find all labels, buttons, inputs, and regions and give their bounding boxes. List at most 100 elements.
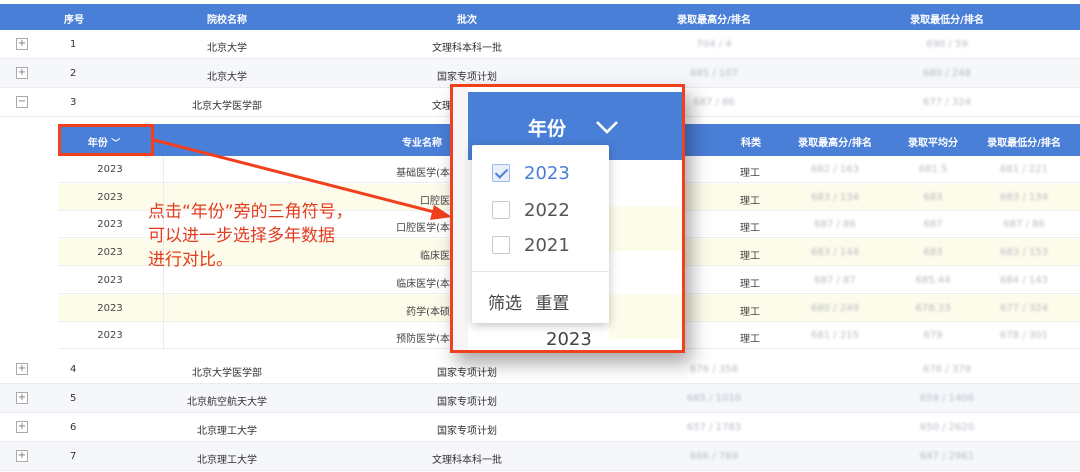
row-min: 690 / 59 xyxy=(926,39,968,50)
expand-icon[interactable]: + xyxy=(16,450,28,462)
major-column-header: 专业名称 xyxy=(402,138,442,149)
zoom-row-year: 2023 xyxy=(546,329,592,350)
year-option-label: 2023 xyxy=(524,162,570,184)
col-max-header: 录取最高分/排名 xyxy=(677,15,751,26)
row-min: 650 / 2620 xyxy=(919,422,975,433)
row-index: 2 xyxy=(70,68,77,79)
sub-row-year: 2023 xyxy=(97,302,123,314)
row-min: 676 / 379 xyxy=(923,364,971,375)
expand-icon[interactable]: + xyxy=(16,421,28,433)
subject-column-header: 科类 xyxy=(741,138,761,149)
year-option-2021[interactable]: 2021 xyxy=(492,233,570,257)
sub-row-major: 口腔医学(本 xyxy=(396,223,450,235)
zoom-row-highlight xyxy=(609,295,682,339)
checkbox-icon[interactable] xyxy=(492,201,510,219)
sub-row-subject: 理工 xyxy=(740,251,760,263)
year-option-2023[interactable]: 2023 xyxy=(492,161,570,185)
table-row[interactable]: + 1 北京大学 文理科本科一批 704 / 4 690 / 59 xyxy=(0,30,1080,59)
sub-row-year: 2023 xyxy=(97,274,123,286)
sub-row-year: 2023 xyxy=(97,330,123,342)
sub-row-max: 680 / 249 xyxy=(811,302,859,314)
sub-row-subject: 理工 xyxy=(740,168,760,179)
year-option-2022[interactable]: 2022 xyxy=(492,198,570,222)
sub-row-avg: 679 xyxy=(923,330,943,342)
expand-icon[interactable]: + xyxy=(16,38,28,50)
sub-min-column-header: 录取最低分/排名 xyxy=(987,138,1061,149)
row-index: 6 xyxy=(70,422,77,433)
expand-icon[interactable]: + xyxy=(16,363,28,375)
row-max: 666 / 769 xyxy=(690,451,738,462)
row-max: 665 / 1010 xyxy=(686,393,742,404)
row-school: 北京大学医学部 xyxy=(192,101,262,112)
sub-row-year: 2023 xyxy=(97,191,123,203)
filter-button[interactable]: 筛选 xyxy=(488,294,522,314)
sub-row-avg: 683 xyxy=(923,247,943,259)
row-batch: 国家专项计划 xyxy=(437,426,497,437)
year-header-highlight xyxy=(58,124,154,156)
col-min-header: 录取最低分/排名 xyxy=(910,15,984,26)
row-school: 北京大学医学部 xyxy=(192,368,262,379)
row-index: 4 xyxy=(70,364,77,375)
expand-icon[interactable]: + xyxy=(16,67,28,79)
sub-row-max: 683 / 134 xyxy=(811,191,859,203)
row-batch: 国家专项计划 xyxy=(437,72,497,83)
row-school: 北京理工大学 xyxy=(197,455,257,466)
chevron-down-icon[interactable] xyxy=(595,119,619,135)
row-batch: 国家专项计划 xyxy=(437,397,497,408)
table-row[interactable]: + 6 北京理工大学 国家专项计划 657 / 1783 650 / 2620 xyxy=(0,413,1080,442)
annotation-line: 进行对比。 xyxy=(148,250,233,270)
collapse-icon[interactable]: − xyxy=(16,96,28,108)
zoom-year-title: 年份 xyxy=(528,118,567,140)
year-filter-dropdown: 2023 2022 2021 筛选 重置 xyxy=(472,145,609,323)
row-batch: 文理科本科一批 xyxy=(432,43,502,54)
col-index-header: 序号 xyxy=(64,15,84,26)
sub-row-min: 677 / 324 xyxy=(1000,302,1048,314)
sub-row-min: 683 / 134 xyxy=(1000,191,1048,203)
sub-row-major: 预防医学(本 xyxy=(396,334,450,346)
sub-max-column-header: 录取最高分/排名 xyxy=(798,138,872,149)
sub-row-min: 681 / 221 xyxy=(1000,164,1048,175)
col-school-header: 院校名称 xyxy=(207,15,247,26)
reset-button[interactable]: 重置 xyxy=(535,294,569,314)
table-row[interactable]: + 5 北京航空航天大学 国家专项计划 665 / 1010 659 / 140… xyxy=(0,384,1080,413)
table-row[interactable]: + 4 北京大学医学部 国家专项计划 676 / 358 676 / 379 xyxy=(0,355,1080,384)
row-batch: 文理科本科一批 xyxy=(432,455,502,466)
dropdown-divider xyxy=(472,271,609,272)
sub-row-major: 基础医学(本 xyxy=(396,168,450,179)
sub-row-subject: 理工 xyxy=(740,223,760,235)
checkbox-checked-icon[interactable] xyxy=(492,164,510,182)
row-batch: 国家专项计划 xyxy=(437,368,497,379)
table-row[interactable]: + 7 北京理工大学 文理科本科一批 666 / 769 647 / 2961 xyxy=(0,442,1080,471)
sub-row-min: 683 / 153 xyxy=(1000,247,1048,259)
zoom-row-highlight xyxy=(609,207,682,251)
sub-row-avg: 687 xyxy=(923,219,943,231)
expand-icon[interactable]: + xyxy=(16,392,28,404)
outer-table-header: 序号 院校名称 批次 录取最高分/排名 录取最低分/排名 xyxy=(0,4,1080,30)
annotation-line: 可以进一步选择多年数据 xyxy=(148,226,335,246)
row-min: 659 / 1406 xyxy=(919,393,975,404)
sub-row-min: 687 / 86 xyxy=(1003,219,1045,231)
sub-row-max: 687 / 86 xyxy=(814,219,856,231)
sub-row-avg: 681.5 xyxy=(918,164,948,175)
year-option-label: 2021 xyxy=(524,234,570,256)
row-max: 704 / 4 xyxy=(696,39,732,50)
sub-row-max: 683 / 144 xyxy=(811,247,859,259)
sub-row-year: 2023 xyxy=(97,164,123,175)
sub-row-min: 678 / 301 xyxy=(1000,330,1048,342)
row-school: 北京大学 xyxy=(207,72,247,83)
sub-row-year: 2023 xyxy=(97,219,123,231)
row-school: 北京大学 xyxy=(207,43,247,54)
sub-row-major: 临床医学(本 xyxy=(396,278,450,290)
sub-row-major: 临床医 xyxy=(420,251,450,263)
sub-row-subject: 理工 xyxy=(740,195,760,207)
sub-row-subject: 理工 xyxy=(740,278,760,290)
row-max: 676 / 358 xyxy=(690,364,738,375)
sub-row-subject: 理工 xyxy=(740,306,760,318)
sub-row-major: 口腔医 xyxy=(420,195,450,207)
col-batch-header: 批次 xyxy=(457,15,477,26)
checkbox-icon[interactable] xyxy=(492,236,510,254)
row-index: 5 xyxy=(70,393,77,404)
sub-row-max: 682 / 163 xyxy=(811,164,859,175)
sub-row-max: 681 / 215 xyxy=(811,330,859,342)
row-max: 687 / 86 xyxy=(693,97,735,108)
